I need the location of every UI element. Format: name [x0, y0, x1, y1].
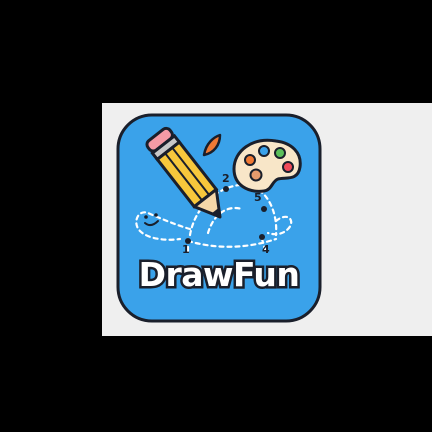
dot-2: [223, 186, 229, 192]
dot-label-2: 2: [222, 172, 230, 185]
app-name: DrawFun: [136, 253, 302, 297]
dot-label-5: 5: [254, 191, 262, 204]
canvas-background: 1 2 4 5 DrawFun: [0, 0, 432, 432]
dot-5: [261, 206, 267, 212]
dot-4: [259, 234, 265, 240]
